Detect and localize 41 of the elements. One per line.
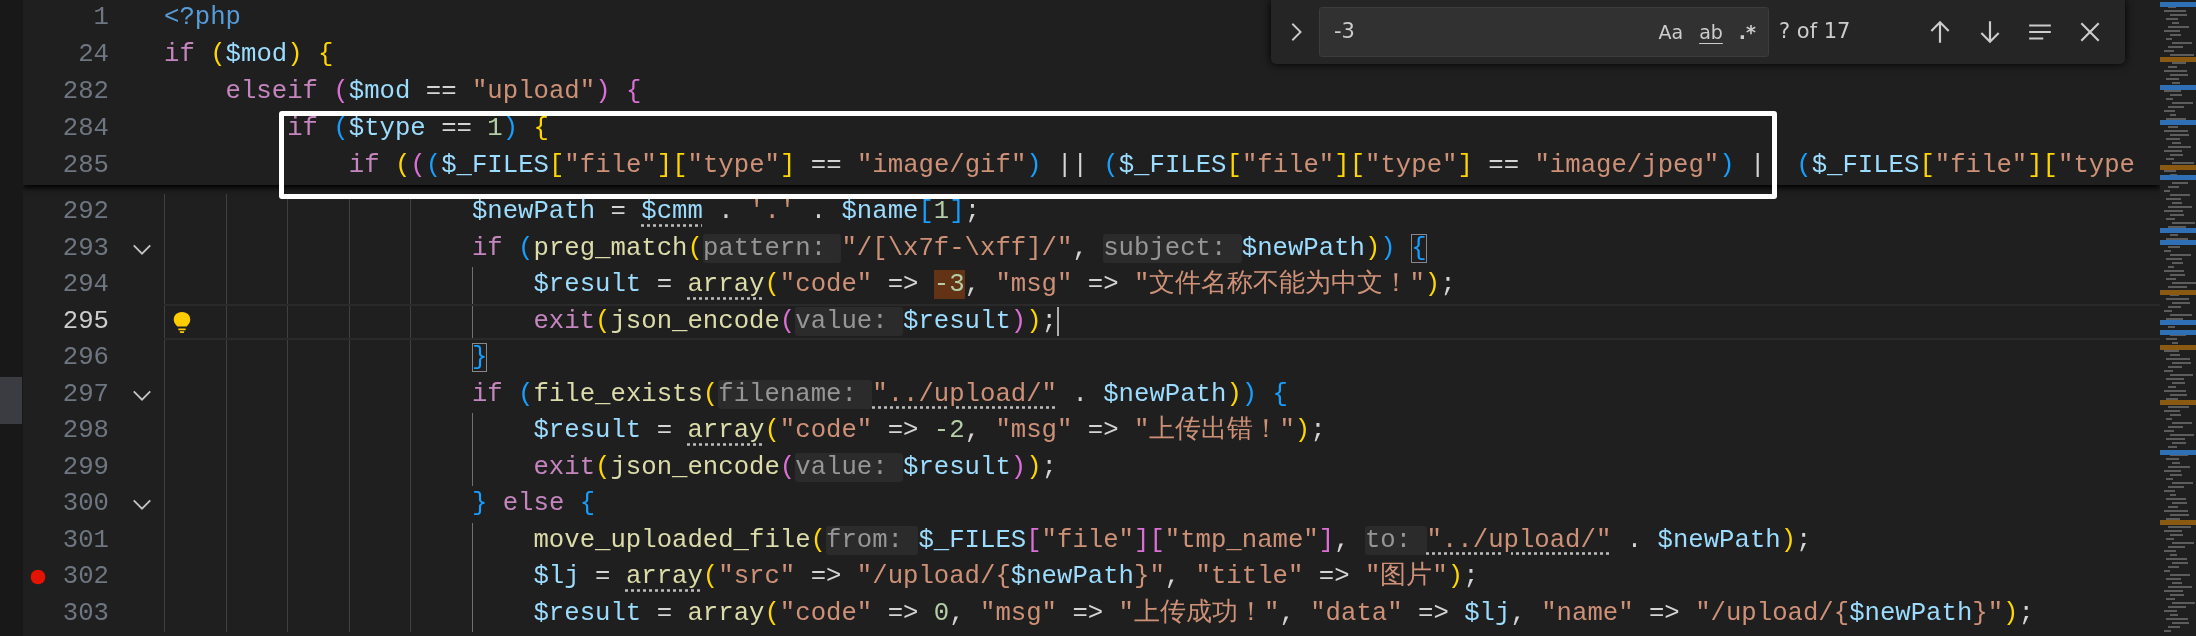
breakpoint-icon[interactable] xyxy=(30,569,46,586)
code-line: if ($type == 1) { xyxy=(287,113,549,146)
code-line: if (preg_match(pattern: "/[\x7f-\xff]/", subject: $newPath)) { xyxy=(471,232,1427,265)
line-number: 292 xyxy=(61,196,109,228)
line-number: 294 xyxy=(61,269,109,301)
code-line: $result = array("code" => -2, "msg" => "上传出错！"); xyxy=(533,414,1326,447)
line-number: 295 xyxy=(61,305,109,338)
line-number: 282 xyxy=(61,76,109,109)
line-number: 285 xyxy=(61,150,109,183)
code-line: $newPath = $cmm . '.' . $name[1]; xyxy=(471,196,981,228)
line-number: 301 xyxy=(61,524,109,557)
line-number: 302 xyxy=(61,561,109,593)
option-toggle[interactable]: ab xyxy=(1693,18,1729,46)
line-number: 1 xyxy=(92,2,109,35)
code-line: exit(json_encode(value: $result)); xyxy=(533,451,1057,484)
line-number: 303 xyxy=(61,597,109,630)
code-line: $lj = array("src" => "/upload/{$newPath}", "title" => "图片"); xyxy=(533,560,1479,593)
option-toggle[interactable]: Aa xyxy=(1652,18,1690,46)
code-line: move_uploaded_file(from: $_FILES["file"]["tmp_name"], to: "../upload/" . $newPath); xyxy=(533,524,1812,557)
line-number: 296 xyxy=(61,342,109,374)
line-number: 24 xyxy=(77,39,109,72)
scrollbar-thumb[interactable] xyxy=(0,377,22,424)
code-line: } else { xyxy=(471,488,596,520)
line-number: 297 xyxy=(61,378,109,411)
code-line: $result = array("code" => -3, "msg" => "文件名称不能为中文！"); xyxy=(533,268,1456,302)
code-line: elseif ($mod == "upload") { xyxy=(225,76,642,109)
code-line: } xyxy=(471,342,488,375)
code-line: exit(json_encode(value: $result)); xyxy=(533,305,1057,338)
code-line: if ($mod) { xyxy=(164,39,334,72)
line-number: 299 xyxy=(61,451,109,484)
lightbulb-icon[interactable] xyxy=(171,309,193,334)
code-line: $result = array("code" => 0, "msg" => "上传成功！", "data" => $lj, "name" => "/upload/{$newPath}"); xyxy=(533,597,2034,630)
line-number: 293 xyxy=(61,232,109,265)
line-number: 298 xyxy=(61,415,109,447)
find-field[interactable]: -3 Aa ab .* xyxy=(1319,7,1769,57)
match-count: ? of 17 xyxy=(1779,18,1851,46)
code-line: if (file_exists(filename: "../upload/" . $newPath)) { xyxy=(471,378,1288,411)
line-number: 300 xyxy=(61,488,109,520)
line-number: 284 xyxy=(61,113,109,146)
code-line: <?php xyxy=(164,2,241,35)
option-toggle[interactable]: .* xyxy=(1732,18,1762,46)
